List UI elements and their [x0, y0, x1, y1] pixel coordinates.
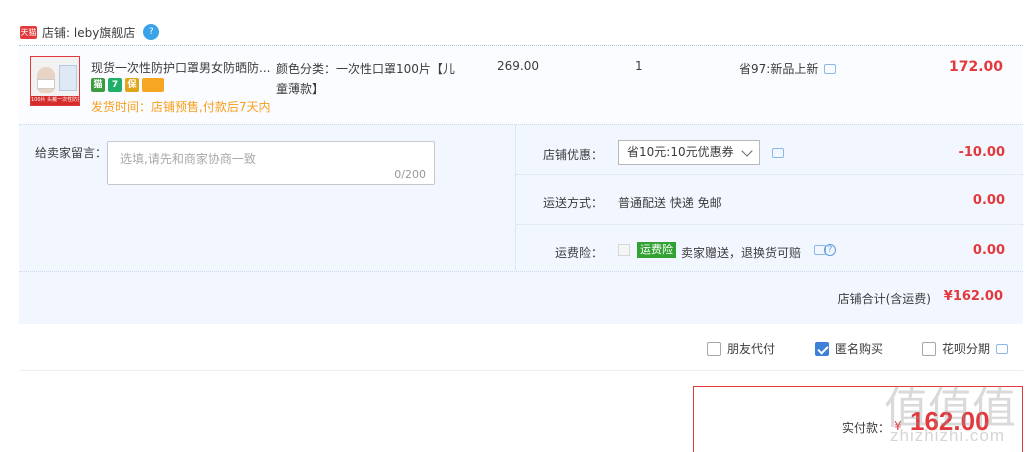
shipping-label: 运送方式：: [542, 196, 603, 210]
store-name[interactable]: 店铺: leby旗舰店: [42, 24, 135, 41]
payment-currency: ¥: [894, 419, 902, 433]
service-icons: 猫 7 保: [91, 78, 164, 92]
insurance-amount: 0.00: [972, 243, 1005, 258]
chevron-down-icon: [741, 145, 753, 157]
shipping-method: 普通配送 快递 免邮: [618, 196, 722, 210]
message-label: 给卖家留言：: [35, 146, 108, 160]
thumb-mask: [37, 79, 55, 89]
seven-day-return-icon[interactable]: 7: [108, 78, 122, 92]
product-thumbnail[interactable]: 100片 头戴一次性防护口罩: [30, 56, 80, 106]
discount-label: 店铺优惠：: [542, 148, 603, 162]
coupon-select[interactable]: 省10元:10元优惠券: [618, 140, 760, 165]
discount-amount: -10.00: [958, 145, 1005, 160]
friend-pay-label: 朋友代付: [727, 342, 776, 356]
tmall-badge: 天猫: [20, 25, 37, 39]
huabei-label: 花呗分期: [942, 342, 991, 356]
coupon-selected: 省10元:10元优惠券: [627, 145, 734, 159]
quantity: 1: [635, 59, 643, 73]
store-header: 天猫 店铺: leby旗舰店 ?: [20, 22, 160, 42]
shipping-time-note: 发货时间：店铺预售,付款后7天内: [91, 100, 271, 114]
unit-price: 269.00: [497, 59, 539, 73]
subtotal-value: ¥162.00: [943, 289, 1003, 304]
payment-options-row: 朋友代付 匿名购买 花呗分期: [19, 323, 1023, 371]
tmall-icon[interactable]: 猫: [91, 78, 105, 92]
promotion: 省97:新品上新: [739, 60, 837, 77]
payment-value: 162.00: [910, 406, 990, 436]
message-placeholder: 选填,请先和商家协商一致: [120, 152, 256, 166]
insurance-label: 运费险：: [554, 246, 603, 260]
discount-row: 店铺优惠： 省10元:10元优惠券 -10.00: [516, 125, 1024, 175]
payment-summary-box: 实付款： ¥ 162.00: [693, 386, 1023, 452]
product-title[interactable]: 现货一次性防护口罩男女防晒防...: [91, 59, 273, 76]
comment-icon[interactable]: [996, 343, 1009, 354]
anonymous-checkbox[interactable]: [815, 341, 829, 356]
item-row: 100片 头戴一次性防护口罩 现货一次性防护口罩男女防晒防... 猫 7 保 发…: [19, 46, 1023, 124]
store-subtotal-row: 店铺合计(含运费) ¥162.00: [19, 271, 1023, 324]
insurance-text: 卖家赠送，退换货可赔: [681, 246, 802, 260]
subtotal-label: 店铺合计(含运费): [837, 292, 931, 306]
insurance-row: 运费险： 运费险 卖家赠送，退换货可赔 ? 0.00: [516, 225, 1024, 271]
anonymous-option[interactable]: 匿名购买: [815, 340, 883, 357]
sku-info: 颜色分类：一次性口罩100片【儿童薄款】: [276, 62, 455, 96]
item-total: 172.00: [948, 59, 1003, 75]
anonymous-label: 匿名购买: [835, 342, 884, 356]
comment-icon[interactable]: [824, 63, 837, 74]
message-input[interactable]: 选填,请先和商家协商一致 0/200: [107, 141, 435, 185]
insurance-tag: 运费险: [637, 242, 676, 258]
order-options-area: 给卖家留言： 选填,请先和商家协商一致 0/200 店铺优惠： 省10元:10元…: [19, 124, 1024, 324]
insurance-checkbox: [618, 244, 630, 256]
wangwang-chat-icon[interactable]: ?: [143, 24, 160, 40]
comment-icon[interactable]: [772, 148, 784, 158]
shipping-amount: 0.00: [972, 193, 1005, 208]
promotion-text: 省97:新品上新: [739, 62, 819, 76]
friend-pay-checkbox[interactable]: [707, 341, 721, 356]
order-block: 100片 头戴一次性防护口罩 现货一次性防护口罩男女防晒防... 猫 7 保 发…: [19, 45, 1024, 324]
help-icon[interactable]: ?: [824, 244, 836, 256]
shipping-row: 运送方式： 普通配送 快递 免邮 0.00: [516, 175, 1024, 225]
guarantee-icon[interactable]: 保: [125, 78, 139, 92]
thumb-box: [59, 65, 77, 91]
credit-card-icon[interactable]: [142, 78, 164, 92]
huabei-option[interactable]: 花呗分期: [922, 340, 1009, 357]
thumb-banner: 100片 头戴一次性防护口罩: [31, 96, 79, 105]
huabei-checkbox[interactable]: [922, 341, 936, 356]
payment-label: 实付款：: [842, 421, 891, 435]
friend-pay-option[interactable]: 朋友代付: [707, 340, 775, 357]
message-counter: 0/200: [394, 168, 426, 181]
